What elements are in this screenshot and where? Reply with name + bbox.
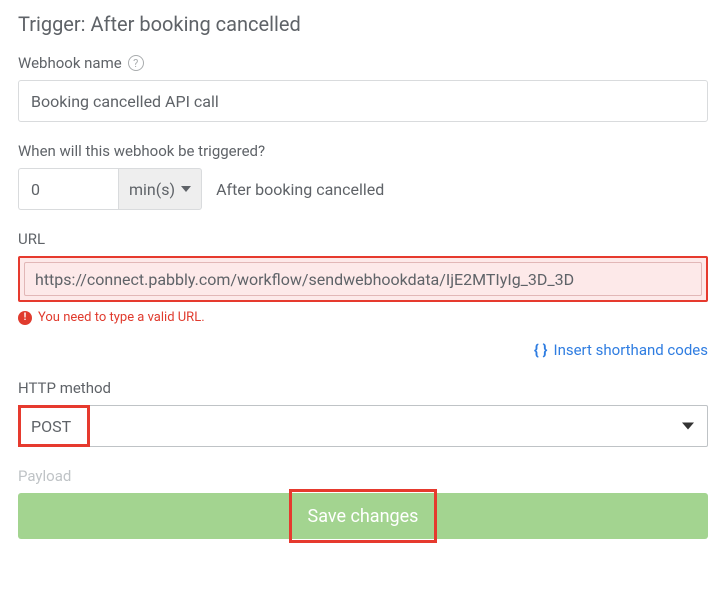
url-error-message: ! You need to type a valid URL. bbox=[18, 310, 708, 325]
url-field: URL ! You need to type a valid URL. { } … bbox=[18, 230, 708, 359]
http-method-field: HTTP method POST bbox=[18, 379, 708, 447]
insert-shorthand-link[interactable]: { } Insert shorthand codes bbox=[534, 341, 708, 359]
timing-field: When will this webhook be triggered? min… bbox=[18, 142, 708, 210]
trigger-value: After booking cancelled bbox=[91, 12, 301, 36]
timing-unit-label: min(s) bbox=[129, 180, 175, 199]
chevron-down-icon bbox=[181, 186, 191, 192]
http-method-select[interactable]: POST bbox=[18, 405, 708, 447]
url-input-highlight bbox=[18, 256, 708, 302]
payload-field: Payload bbox=[18, 467, 708, 485]
timing-value-input[interactable] bbox=[18, 168, 118, 210]
http-method-label: HTTP method bbox=[18, 379, 708, 397]
save-changes-button[interactable]: Save changes bbox=[18, 493, 708, 539]
payload-label: Payload bbox=[18, 467, 708, 485]
timing-label: When will this webhook be triggered? bbox=[18, 142, 708, 160]
timing-suffix: After booking cancelled bbox=[216, 180, 384, 199]
url-label: URL bbox=[18, 230, 708, 248]
braces-icon: { } bbox=[534, 341, 548, 359]
url-input[interactable] bbox=[24, 262, 702, 296]
save-button-wrap: Save changes bbox=[18, 493, 708, 539]
trigger-heading: Trigger: After booking cancelled bbox=[18, 12, 708, 36]
shorthand-label: Insert shorthand codes bbox=[554, 341, 709, 359]
help-icon[interactable]: ? bbox=[128, 55, 144, 71]
timing-unit-select[interactable]: min(s) bbox=[118, 168, 202, 210]
url-error-text: You need to type a valid URL. bbox=[38, 310, 205, 325]
webhook-name-field: Webhook name ? bbox=[18, 54, 708, 122]
error-icon: ! bbox=[18, 311, 32, 325]
webhook-name-label: Webhook name ? bbox=[18, 54, 708, 72]
webhook-name-input[interactable] bbox=[18, 80, 708, 122]
trigger-label: Trigger: bbox=[18, 12, 86, 36]
